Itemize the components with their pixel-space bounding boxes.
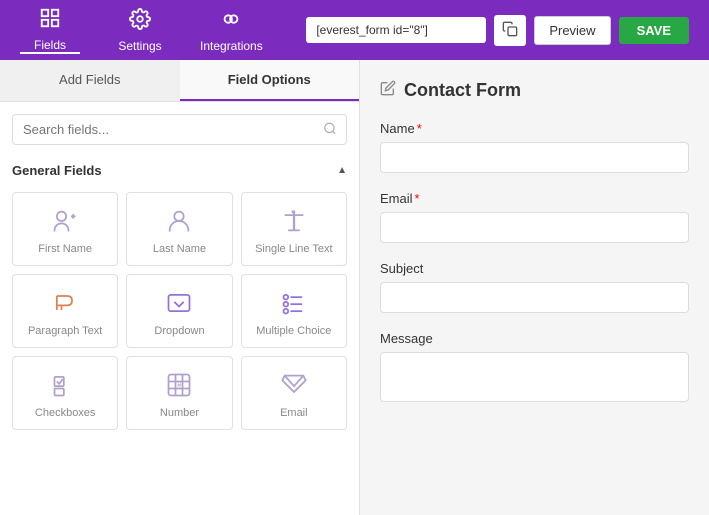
form-title: Contact Form	[404, 80, 521, 101]
nav-fields[interactable]: Fields	[20, 7, 80, 54]
nav-settings-label: Settings	[118, 39, 161, 53]
chevron-up-icon: ▲	[337, 165, 347, 176]
settings-icon	[129, 8, 151, 35]
fields-icon	[39, 7, 61, 34]
search-icon	[323, 121, 337, 138]
field-number[interactable]: # Number	[126, 356, 232, 430]
nav-integrations-label: Integrations	[200, 39, 263, 53]
field-dropdown[interactable]: Dropdown	[126, 274, 232, 348]
field-email-label: Email	[280, 407, 308, 419]
required-star-name: *	[417, 121, 422, 136]
left-panel: Add Fields Field Options General Fields …	[0, 60, 360, 515]
nav-settings[interactable]: Settings	[110, 8, 170, 53]
form-field-subject-label: Subject	[380, 261, 689, 276]
pencil-icon	[380, 80, 396, 101]
shortcode-bar: Preview SAVE	[306, 15, 689, 46]
checkboxes-icon	[51, 371, 79, 399]
integrations-icon	[220, 8, 242, 35]
right-panel: Contact Form Name* Email* Subject Messag…	[360, 60, 709, 515]
field-single-line-label: Single Line Text	[255, 243, 332, 255]
field-first-name[interactable]: First Name	[12, 192, 118, 266]
multiple-choice-icon	[280, 289, 308, 317]
nav-integrations[interactable]: Integrations	[200, 8, 263, 53]
shortcode-input[interactable]	[306, 17, 486, 43]
form-input-email[interactable]	[380, 212, 689, 243]
svg-text:#: #	[178, 382, 182, 389]
section-general-fields: General Fields ▲	[0, 157, 359, 184]
form-field-name-label: Name*	[380, 121, 689, 136]
paragraph-icon	[51, 289, 79, 317]
field-checkboxes[interactable]: Checkboxes	[12, 356, 118, 430]
form-textarea-message[interactable]	[380, 352, 689, 402]
number-icon: #	[165, 371, 193, 399]
tab-bar: Add Fields Field Options	[0, 60, 359, 102]
search-container	[0, 102, 359, 157]
form-field-name: Name*	[380, 121, 689, 173]
field-last-name-label: Last Name	[153, 243, 206, 255]
form-title-row: Contact Form	[380, 80, 689, 101]
form-field-message: Message	[380, 331, 689, 407]
nav-fields-label: Fields	[34, 38, 66, 52]
fields-grid: First Name Last Name Single Line Text	[0, 184, 359, 438]
form-field-email: Email*	[380, 191, 689, 243]
field-single-line[interactable]: Single Line Text	[241, 192, 347, 266]
email-field-icon	[280, 371, 308, 399]
dropdown-icon	[165, 289, 193, 317]
field-first-name-label: First Name	[38, 243, 92, 255]
field-dropdown-label: Dropdown	[154, 325, 204, 337]
preview-button[interactable]: Preview	[534, 16, 610, 45]
form-field-email-label: Email*	[380, 191, 689, 206]
tab-field-options[interactable]: Field Options	[180, 60, 360, 101]
field-multiple-choice-label: Multiple Choice	[256, 325, 331, 337]
single-line-icon	[280, 207, 308, 235]
field-multiple-choice[interactable]: Multiple Choice	[241, 274, 347, 348]
save-button[interactable]: SAVE	[619, 17, 689, 44]
section-label: General Fields	[12, 163, 102, 178]
main-content: Add Fields Field Options General Fields …	[0, 60, 709, 515]
required-star-email: *	[415, 191, 420, 206]
form-input-name[interactable]	[380, 142, 689, 173]
tab-add-fields[interactable]: Add Fields	[0, 60, 180, 101]
field-checkboxes-label: Checkboxes	[35, 407, 96, 419]
field-number-label: Number	[160, 407, 199, 419]
last-name-icon	[165, 207, 193, 235]
app-header: Fields Settings Integrations Preview SAV…	[0, 0, 709, 60]
form-field-message-label: Message	[380, 331, 689, 346]
field-email[interactable]: Email	[241, 356, 347, 430]
field-paragraph[interactable]: Paragraph Text	[12, 274, 118, 348]
field-last-name[interactable]: Last Name	[126, 192, 232, 266]
form-input-subject[interactable]	[380, 282, 689, 313]
field-paragraph-label: Paragraph Text	[28, 325, 102, 337]
copy-shortcode-button[interactable]	[494, 15, 526, 46]
form-field-subject: Subject	[380, 261, 689, 313]
first-name-icon	[51, 207, 79, 235]
search-input[interactable]	[12, 114, 347, 145]
